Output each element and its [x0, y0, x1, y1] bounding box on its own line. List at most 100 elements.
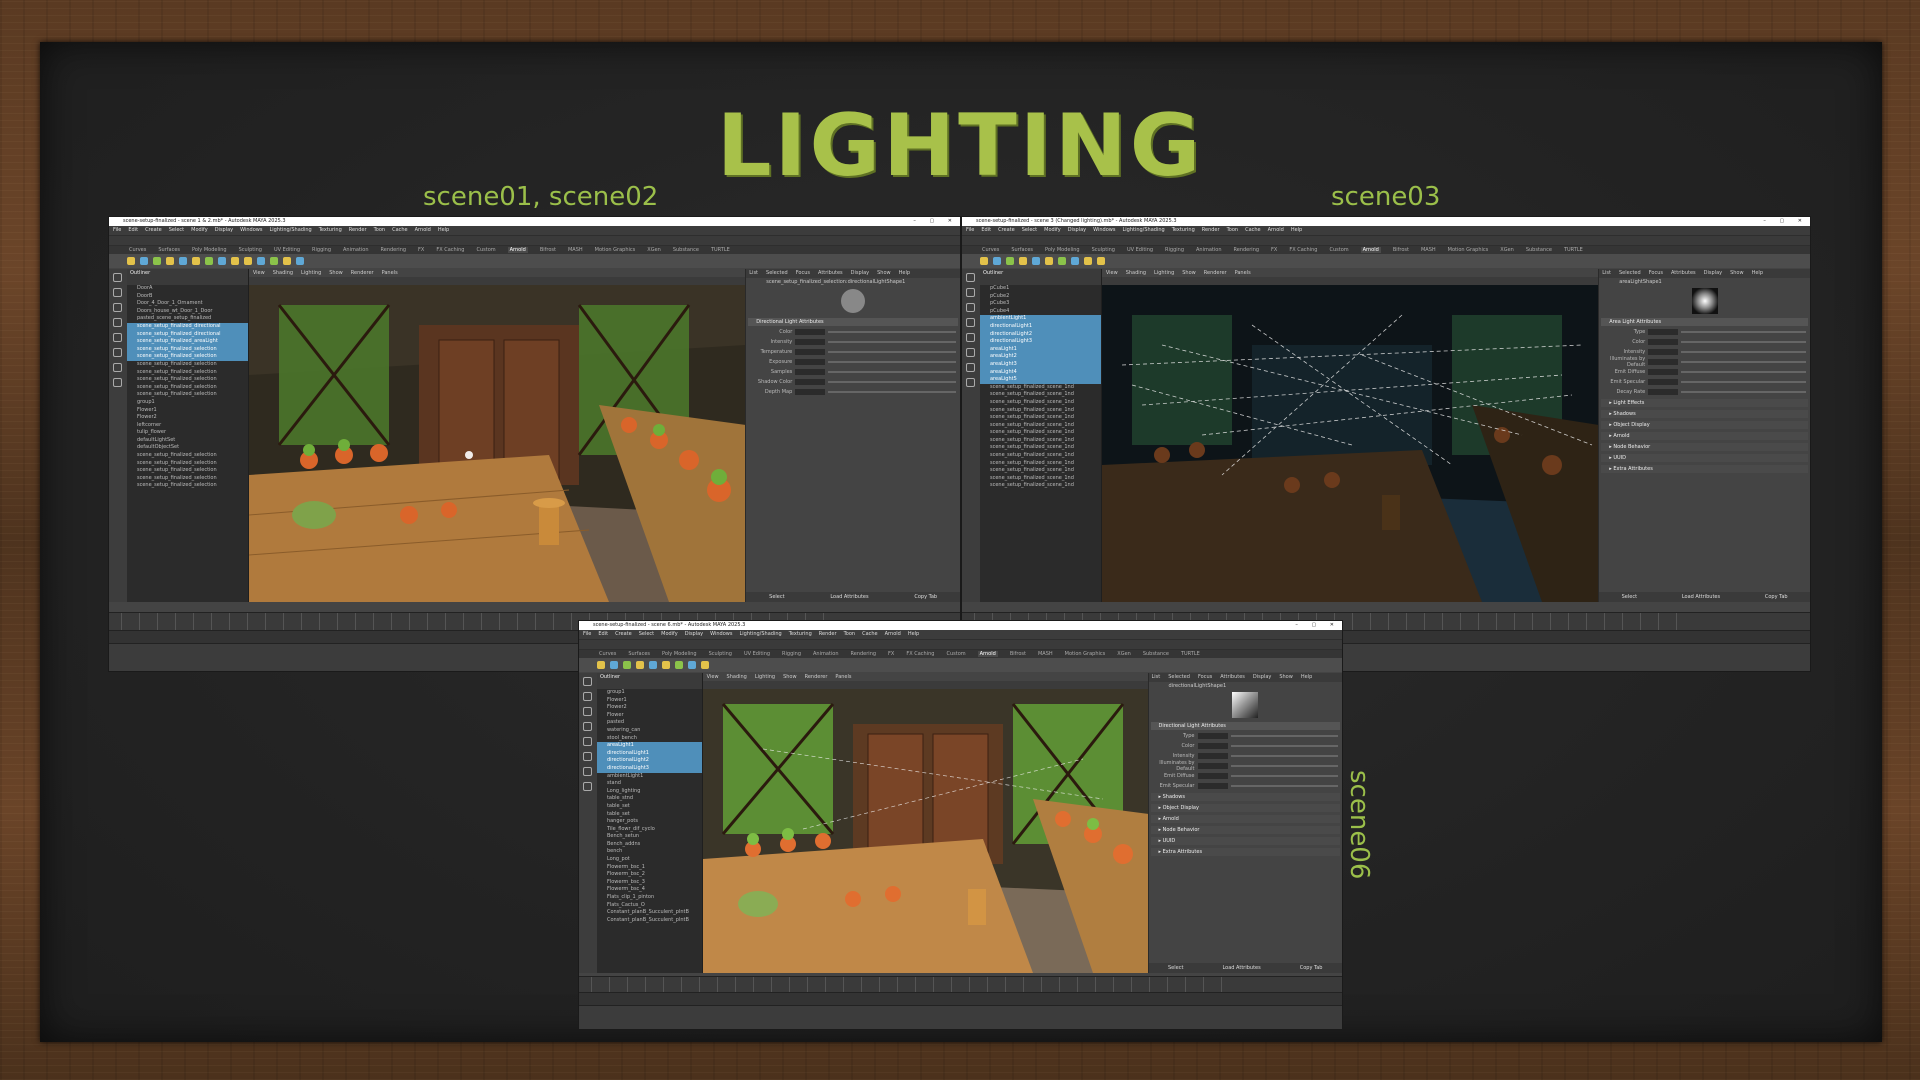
outliner-row[interactable]: scene_setup_finalized_selection — [127, 452, 248, 460]
outliner-row[interactable]: directionalLight1 — [979, 322, 1101, 331]
outliner-row[interactable]: watering_can — [597, 727, 702, 735]
outliner-row[interactable]: directionalLight3 — [979, 338, 1101, 346]
attr-field-input[interactable] — [1197, 783, 1228, 789]
tab[interactable]: Curves — [982, 247, 999, 253]
menu-item[interactable]: Panels — [1235, 270, 1251, 276]
attr-footer-button[interactable]: Load Attributes — [1682, 592, 1720, 602]
tab[interactable]: TURTLE — [1564, 247, 1583, 253]
outliner-row[interactable]: scene_setup_finalized_scene_1nd — [980, 399, 1101, 407]
outliner-row[interactable]: table_stnd — [597, 795, 702, 803]
tab[interactable]: Show — [1730, 270, 1744, 276]
outliner-row[interactable]: directionalLight3 — [596, 764, 702, 773]
tab[interactable]: XGen — [647, 247, 661, 253]
attr-field[interactable]: Emit Specular — [1603, 378, 1806, 386]
attr-section-collapsed[interactable]: ▸ Node Behavior — [1601, 443, 1808, 451]
attr-field-slider[interactable] — [1681, 371, 1806, 373]
tab[interactable]: Sculpting — [1092, 247, 1115, 253]
command-line[interactable] — [579, 1005, 1342, 1029]
shelf-tabs[interactable]: Curves Surfaces Poly Modeling Sculpting UV E… — [579, 650, 1342, 658]
outliner-row[interactable]: directionalLight2 — [979, 330, 1101, 339]
attr-field-input[interactable] — [795, 389, 826, 395]
menu-item[interactable]: Windows — [240, 227, 262, 233]
tab[interactable]: Curves — [599, 651, 616, 657]
attr-section-collapsed[interactable]: ▸ UUID — [1150, 837, 1340, 845]
outliner-row[interactable]: pCube1 — [980, 285, 1101, 293]
tab[interactable]: Bifrost — [540, 247, 556, 253]
menu-item[interactable]: Renderer — [351, 270, 374, 276]
menu-item[interactable]: Modify — [191, 227, 208, 233]
menu-item[interactable]: Edit — [128, 227, 138, 233]
window-controls[interactable]: – ▢ ✕ — [1763, 217, 1808, 226]
menu-item[interactable]: Display — [1068, 227, 1086, 233]
tab[interactable]: Custom — [1329, 247, 1348, 253]
outliner-row[interactable]: bench — [597, 848, 702, 856]
tab[interactable]: MASH — [1038, 651, 1053, 657]
menu-item[interactable]: Cache — [862, 631, 878, 637]
menu-item[interactable]: View — [1106, 270, 1118, 276]
tab[interactable]: XGen — [1500, 247, 1514, 253]
shelf-tabs[interactable]: Curves Surfaces Poly Modeling Sculpting UV E… — [109, 246, 960, 254]
tab[interactable]: Surfaces — [1011, 247, 1033, 253]
menu-item[interactable]: Toon — [374, 227, 386, 233]
outliner-row[interactable]: directionalLight1 — [596, 749, 702, 758]
attr-field[interactable]: Intensity — [1603, 348, 1806, 356]
outliner-row[interactable]: scene_setup_finalized_scene_1nd — [980, 444, 1101, 452]
tab[interactable]: Motion Graphics — [595, 247, 636, 253]
menu-item[interactable]: Create — [615, 631, 632, 637]
attr-field-input[interactable] — [795, 329, 826, 335]
attr-section-collapsed[interactable]: ▸ Extra Attributes — [1601, 465, 1808, 473]
attr-section-header[interactable]: Directional Light Attributes — [1150, 722, 1340, 730]
tab[interactable]: Poly Modeling — [662, 651, 697, 657]
menu-item[interactable]: Edit — [598, 631, 608, 637]
outliner-row[interactable]: scene_setup_finalized_selection — [127, 369, 248, 377]
tab[interactable]: TURTLE — [1181, 651, 1200, 657]
outliner-row[interactable]: Flowerm_bsc_2 — [597, 871, 702, 879]
outliner-row[interactable]: scene_setup_finalized_areaLight — [126, 338, 248, 346]
tab[interactable]: List — [1602, 270, 1611, 276]
attr-footer-button[interactable]: Copy Tab — [1300, 963, 1323, 973]
attr-field-input[interactable] — [1648, 359, 1679, 365]
tab[interactable]: Show — [1279, 674, 1293, 680]
attr-field[interactable]: Shadow Color — [750, 378, 957, 386]
outliner-row[interactable]: leftcorner — [127, 422, 248, 430]
tab[interactable]: Substance — [1526, 247, 1552, 253]
outliner-row[interactable]: scene_setup_finalized_selection — [127, 482, 248, 490]
outliner-row[interactable]: Flower1 — [597, 697, 702, 705]
outliner-row[interactable]: Long_lighting — [597, 788, 702, 796]
outliner-row[interactable]: areaLight4 — [979, 368, 1101, 377]
outliner-row[interactable]: scene_setup_finalized_directional — [126, 322, 248, 331]
attr-field-input[interactable] — [1648, 339, 1679, 345]
attr-field-input[interactable] — [1648, 349, 1679, 355]
menu-item[interactable]: Lighting/Shading — [1122, 227, 1164, 233]
outliner-row[interactable]: scene_setup_finalized_selection — [127, 460, 248, 468]
attr-field[interactable]: Color — [750, 328, 957, 336]
menu-item[interactable]: Show — [1182, 270, 1196, 276]
menu-item[interactable]: Lighting — [1154, 270, 1174, 276]
tab[interactable]: Sculpting — [709, 651, 732, 657]
menu-item[interactable]: File — [113, 227, 121, 233]
tab[interactable]: Substance — [673, 247, 699, 253]
tab[interactable]: Custom — [476, 247, 495, 253]
attr-field-slider[interactable] — [1681, 331, 1806, 333]
menu-item[interactable]: Panels — [382, 270, 398, 276]
outliner-row[interactable]: DoorA — [127, 285, 248, 293]
outliner-panel[interactable]: Outliner group1 Flower1 Flower2 Flower paste… — [596, 673, 703, 973]
tab[interactable]: Arnold — [507, 247, 528, 253]
attr-section-header[interactable]: Area Light Attributes — [1601, 318, 1808, 326]
attribute-editor[interactable]: List Selected Focus Attributes Display Show He… — [1598, 269, 1810, 602]
outliner-row[interactable]: defaultObjectSet — [127, 444, 248, 452]
menu-item[interactable]: Select — [1022, 227, 1037, 233]
outliner-row[interactable]: scene_setup_finalized_scene_1nd — [980, 475, 1101, 483]
attr-field-slider[interactable] — [1681, 361, 1806, 363]
menu-item[interactable]: Create — [145, 227, 162, 233]
attr-field-slider[interactable] — [1230, 765, 1338, 767]
attr-field[interactable]: Illuminates by Default — [1603, 356, 1806, 368]
attr-field-input[interactable] — [1648, 379, 1679, 385]
attr-section-collapsed[interactable]: ▸ Extra Attributes — [1150, 848, 1340, 856]
outliner-row[interactable]: scene_setup_finalized_selection — [127, 467, 248, 475]
attr-section-collapsed[interactable]: ▸ Object Display — [1601, 421, 1808, 429]
menu-item[interactable]: Select — [639, 631, 654, 637]
tab[interactable]: Arnold — [1360, 247, 1381, 253]
outliner-row[interactable]: Flowerm_bsc_4 — [597, 886, 702, 894]
tab[interactable]: MASH — [568, 247, 583, 253]
